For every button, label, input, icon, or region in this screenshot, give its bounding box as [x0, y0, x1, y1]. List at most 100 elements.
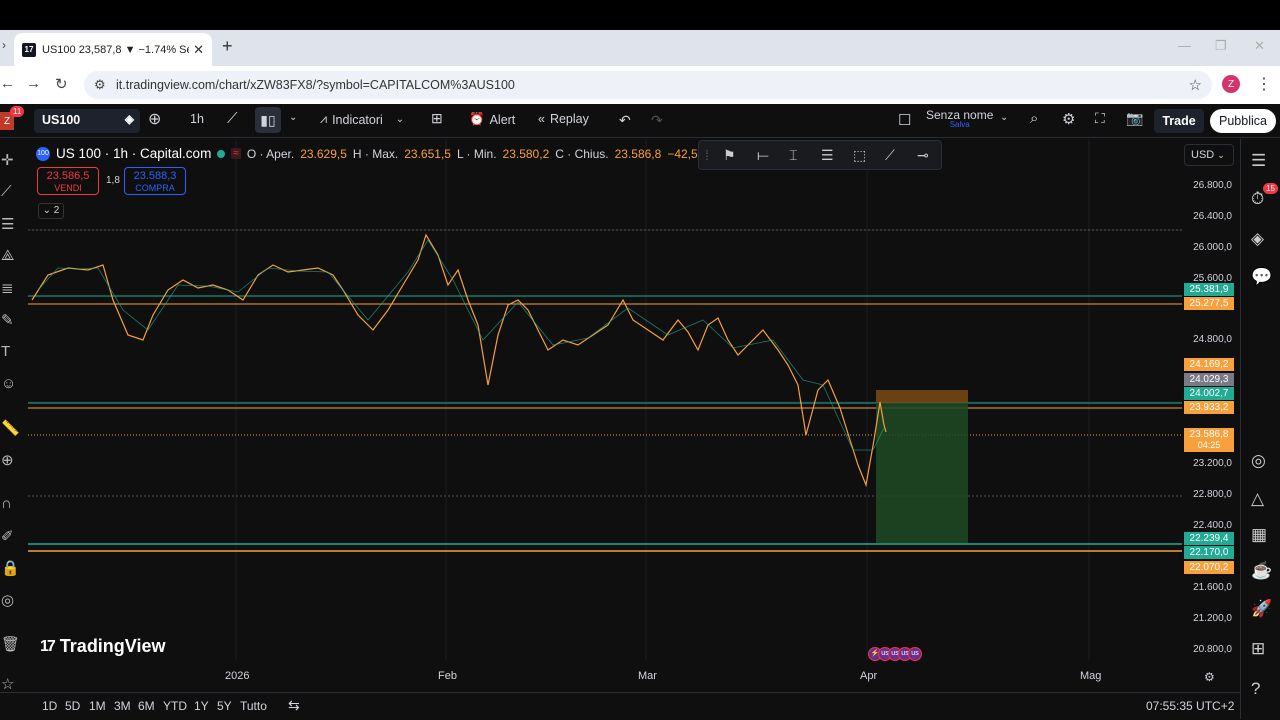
camera-icon[interactable]: 📷	[1126, 110, 1143, 127]
alert-button[interactable]: ⏰ Alert	[469, 112, 515, 127]
replay-button[interactable]: « Replay	[538, 112, 589, 126]
price-chart[interactable]	[28, 140, 1182, 660]
fullscreen-icon[interactable]: ⛶	[1095, 110, 1105, 127]
teapot-icon[interactable]: ☕	[1251, 561, 1272, 581]
bookmark-star-icon[interactable]: ☆	[1189, 76, 1202, 94]
tab-scroll-icon[interactable]: ›	[2, 38, 6, 52]
back-icon[interactable]: ←	[0, 75, 15, 92]
line-chart-icon[interactable]: ⟋	[227, 110, 238, 127]
text-icon[interactable]: T	[1, 343, 10, 360]
templates-grid-icon[interactable]: ⊞	[431, 110, 443, 127]
layout-checkbox-icon[interactable]: ☐	[898, 111, 911, 129]
flag-us-icon[interactable]: us	[908, 647, 922, 661]
trend-line-icon[interactable]: ⟋	[1, 183, 12, 200]
close-tab-icon[interactable]: ✕	[193, 42, 204, 58]
settings-gear-icon[interactable]: ⚙	[1062, 110, 1075, 128]
calendar-icon[interactable]: ▦	[1251, 525, 1267, 545]
chevron-down-icon[interactable]: ⌄	[1000, 112, 1008, 123]
browser-tab[interactable]: 17 US100 23,587,8 ▼ −1.74% Senz ✕	[14, 33, 212, 66]
range-1m[interactable]: 1M	[89, 699, 106, 713]
brush-icon[interactable]: ✎	[1, 311, 14, 329]
favorites-star-icon[interactable]: ☆	[1, 675, 14, 693]
emoji-icon[interactable]: ☺	[1, 375, 16, 392]
zoom-icon[interactable]: ⊕	[1, 451, 14, 469]
sell-button[interactable]: 23.586,5 VENDI	[37, 167, 99, 195]
flag-icon[interactable]: ⚑	[723, 147, 736, 164]
reload-icon[interactable]: ↻	[55, 75, 68, 93]
interval-button[interactable]: 1h	[190, 112, 204, 126]
clock[interactable]: 07:55:35 UTC+2	[1146, 699, 1234, 713]
axis-settings-icon[interactable]: ⚙	[1204, 670, 1215, 684]
legend-symbol[interactable]: US 100 · 1h · Capital.com	[56, 146, 211, 161]
horizontal-lines-icon[interactable]: ☰	[1, 215, 14, 233]
close-window-icon[interactable]: ✕	[1254, 38, 1265, 54]
price-range-icon[interactable]: ⌶	[789, 147, 797, 164]
chat-icon[interactable]: 💬	[1251, 267, 1272, 287]
spread-value: 1,8	[106, 175, 120, 186]
undo-icon[interactable]: ↶	[619, 112, 631, 129]
range-all[interactable]: Tutto	[240, 699, 267, 713]
diamond-icon[interactable]: ◈	[125, 112, 134, 126]
legend-collapse-button[interactable]: ⌄ 2	[38, 203, 64, 219]
range-5y[interactable]: 5Y	[217, 699, 232, 713]
triangle-icon[interactable]: △	[1251, 489, 1264, 509]
site-info-icon[interactable]: ⚙	[94, 77, 106, 93]
price-axis-label: 26.400,0	[1193, 211, 1232, 222]
price-axis-label: 22.800,0	[1193, 489, 1232, 500]
chevron-down-icon[interactable]: ⌄	[289, 112, 297, 123]
alerts-clock-icon[interactable]: ⏱	[1251, 189, 1264, 209]
help-icon[interactable]: ?	[1251, 679, 1260, 699]
forward-icon[interactable]: →	[26, 75, 41, 92]
goto-date-icon[interactable]: ⇆	[288, 697, 300, 714]
trade-button[interactable]: Trade	[1154, 109, 1204, 133]
pattern-icon[interactable]: ⟁	[1, 247, 14, 264]
apps-grid-icon[interactable]: ⊞	[1251, 639, 1265, 659]
quick-search-icon[interactable]: ⌕	[1030, 110, 1038, 127]
ray-icon[interactable]: ⟋	[885, 147, 895, 164]
profile-avatar[interactable]: Z	[1222, 75, 1240, 93]
rectangle-icon[interactable]: ⬚	[853, 147, 866, 164]
horizontal-line-icon[interactable]: ⟝	[757, 147, 769, 164]
ruler-icon[interactable]: 📏	[1, 419, 20, 437]
maximize-icon[interactable]: ❐	[1215, 38, 1227, 54]
range-5d[interactable]: 5D	[65, 699, 80, 713]
magnet-icon[interactable]: ∩	[1, 495, 12, 512]
minimize-icon[interactable]: —	[1178, 38, 1191, 53]
indicator-count: 2	[53, 205, 60, 216]
drag-handle-icon[interactable]: ⁞	[705, 147, 709, 163]
address-bar: ← → ↻ ⚙ it.tradingview.com/chart/xZW83FX…	[0, 66, 1280, 104]
rocket-icon[interactable]: 🚀	[1251, 599, 1272, 619]
browser-tab-strip: › 17 US100 23,587,8 ▼ −1.74% Senz ✕ + — …	[0, 30, 1280, 66]
economic-events[interactable]: ⚡ us us us us	[868, 647, 922, 661]
watchlist-icon[interactable]: ☰	[1251, 151, 1266, 171]
target-icon[interactable]: ◎	[1251, 451, 1266, 471]
crosshair-icon[interactable]: ✛	[1, 151, 14, 169]
buy-button[interactable]: 23.588,3 COMPRA	[124, 167, 186, 195]
currency-selector[interactable]: USD ⌄	[1184, 144, 1234, 166]
range-6m[interactable]: 6M	[138, 699, 155, 713]
price-axis-label: 23.200,0	[1193, 458, 1232, 469]
indicators-button[interactable]: ⩘ Indicatori ⌄	[320, 112, 404, 127]
new-tab-button[interactable]: +	[222, 36, 233, 57]
range-1d[interactable]: 1D	[42, 699, 57, 713]
lock-icon[interactable]: 🔒	[1, 559, 20, 577]
fib-icon[interactable]: ≣	[1, 279, 14, 297]
visibility-icon[interactable]: ◎	[1, 591, 14, 609]
horizontal-ray-icon[interactable]: ⊸	[917, 147, 929, 164]
layout-name-button[interactable]: Senza nome Salva	[926, 108, 993, 129]
add-symbol-icon[interactable]: ⊕	[148, 109, 161, 129]
redo-icon[interactable]: ↷	[651, 112, 663, 129]
range-ytd[interactable]: YTD	[163, 699, 187, 713]
candles-icon[interactable]: ▮▯	[255, 107, 281, 133]
position-target-zone	[876, 403, 968, 543]
range-3m[interactable]: 3M	[114, 699, 131, 713]
lock-drawing-icon[interactable]: ✐	[1, 527, 14, 545]
trash-icon[interactable]: 🗑	[1, 635, 20, 653]
layers-icon[interactable]: ◈	[1251, 229, 1264, 249]
symbol-search[interactable]: US100 ◈	[34, 109, 140, 133]
parallel-channel-icon[interactable]: ☰	[821, 147, 834, 164]
publish-button[interactable]: Pubblica	[1210, 109, 1276, 133]
range-1y[interactable]: 1Y	[194, 699, 209, 713]
url-field[interactable]: ⚙ it.tradingview.com/chart/xZW83FX8/?sym…	[84, 71, 1212, 99]
browser-menu-icon[interactable]: ⋮	[1256, 74, 1272, 94]
